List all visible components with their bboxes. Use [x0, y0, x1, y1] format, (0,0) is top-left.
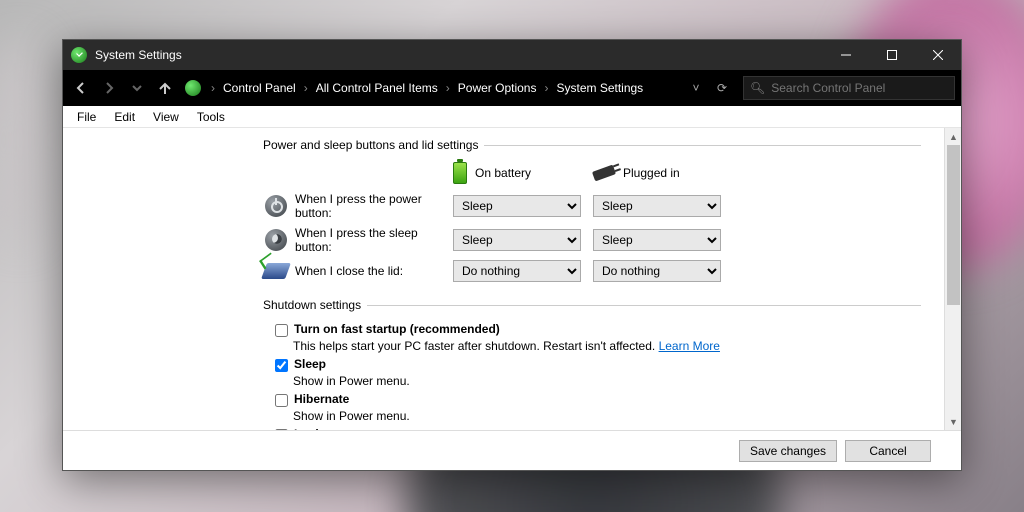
up-button[interactable]	[153, 76, 177, 100]
row-label: When I press the sleep button:	[289, 226, 453, 254]
col-plugged: Plugged in	[623, 166, 680, 180]
recent-dropdown[interactable]	[125, 76, 149, 100]
power-plugged-combo[interactable]: Do nothingSleepHibernateShut down	[593, 195, 721, 217]
row-sleep-button: When I press the sleep button: Do nothin…	[263, 226, 921, 254]
scroll-thumb[interactable]	[947, 145, 960, 305]
lock-title: Lock	[294, 427, 322, 430]
search-box[interactable]: 🔍︎	[743, 76, 955, 100]
sleep-desc: Show in Power menu.	[293, 374, 921, 388]
titlebar[interactable]: System Settings	[63, 40, 961, 70]
system-settings-window: System Settings › Control Panel› All Con…	[62, 39, 962, 471]
shutdown-settings-group: Shutdown settings Turn on fast startup (…	[263, 298, 921, 430]
row-lid: When I close the lid: Do nothingSleepHib…	[263, 260, 921, 282]
address-dropdown-icon[interactable]: ˅	[685, 81, 707, 95]
window-title: System Settings	[95, 48, 182, 62]
sleep-plugged-combo[interactable]: Do nothingSleepHibernateShut down	[593, 229, 721, 251]
group-legend: Power and sleep buttons and lid settings	[263, 138, 484, 152]
crumb-0[interactable]: Control Panel	[219, 81, 300, 95]
fast-startup-title: Turn on fast startup (recommended)	[294, 322, 500, 336]
moon-icon	[265, 229, 287, 251]
minimize-button[interactable]	[823, 40, 869, 70]
row-power-button: When I press the power button: Do nothin…	[263, 192, 921, 220]
menu-view[interactable]: View	[145, 108, 187, 126]
power-buttons-group: Power and sleep buttons and lid settings…	[263, 138, 921, 288]
close-button[interactable]	[915, 40, 961, 70]
power-battery-combo[interactable]: Do nothingSleepHibernateShut down	[453, 195, 581, 217]
scrollbar[interactable]: ▲ ▼	[944, 128, 961, 430]
battery-icon	[453, 162, 467, 184]
maximize-button[interactable]	[869, 40, 915, 70]
lid-icon	[261, 263, 291, 279]
plug-icon	[592, 165, 616, 182]
col-battery: On battery	[475, 166, 531, 180]
row-label: When I close the lid:	[289, 264, 453, 278]
sleep-battery-combo[interactable]: Do nothingSleepHibernateShut down	[453, 229, 581, 251]
breadcrumb[interactable]: › Control Panel› All Control Panel Items…	[185, 80, 647, 96]
search-icon: 🔍︎	[750, 81, 765, 95]
menu-file[interactable]: File	[69, 108, 104, 126]
content-area: Power and sleep buttons and lid settings…	[63, 128, 961, 430]
lid-plugged-combo[interactable]: Do nothingSleepHibernateShut down	[593, 260, 721, 282]
fast-startup-item: Turn on fast startup (recommended)	[275, 322, 921, 337]
hibernate-title: Hibernate	[294, 392, 349, 406]
lock-checkbox[interactable]	[275, 429, 288, 430]
control-panel-icon	[185, 80, 201, 96]
cancel-button[interactable]: Cancel	[845, 440, 931, 462]
hibernate-desc: Show in Power menu.	[293, 409, 921, 423]
hibernate-checkbox[interactable]	[275, 394, 288, 407]
refresh-icon[interactable]: ⟳	[711, 81, 733, 95]
power-icon	[265, 195, 287, 217]
lid-battery-combo[interactable]: Do nothingSleepHibernateShut down	[453, 260, 581, 282]
address-bar: › Control Panel› All Control Panel Items…	[63, 70, 961, 106]
hibernate-item: Hibernate	[275, 392, 921, 407]
search-input[interactable]	[771, 81, 948, 95]
save-button[interactable]: Save changes	[739, 440, 837, 462]
footer: Save changes Cancel	[63, 430, 961, 470]
scroll-up-icon[interactable]: ▲	[945, 128, 961, 145]
sleep-title: Sleep	[294, 357, 326, 371]
forward-button[interactable]	[97, 76, 121, 100]
learn-more-link[interactable]: Learn More	[659, 339, 720, 353]
fast-startup-desc: This helps start your PC faster after sh…	[293, 339, 921, 353]
back-button[interactable]	[69, 76, 93, 100]
lock-item: Lock	[275, 427, 921, 430]
crumb-3[interactable]: System Settings	[552, 81, 647, 95]
crumb-1[interactable]: All Control Panel Items	[312, 81, 442, 95]
scroll-down-icon[interactable]: ▼	[945, 413, 961, 430]
group-legend: Shutdown settings	[263, 298, 367, 312]
row-label: When I press the power button:	[289, 192, 453, 220]
sleep-checkbox[interactable]	[275, 359, 288, 372]
app-icon	[71, 47, 87, 63]
menu-tools[interactable]: Tools	[189, 108, 233, 126]
crumb-2[interactable]: Power Options	[454, 81, 541, 95]
sleep-item: Sleep	[275, 357, 921, 372]
fast-startup-checkbox[interactable]	[275, 324, 288, 337]
menu-edit[interactable]: Edit	[106, 108, 143, 126]
menubar: File Edit View Tools	[63, 106, 961, 128]
